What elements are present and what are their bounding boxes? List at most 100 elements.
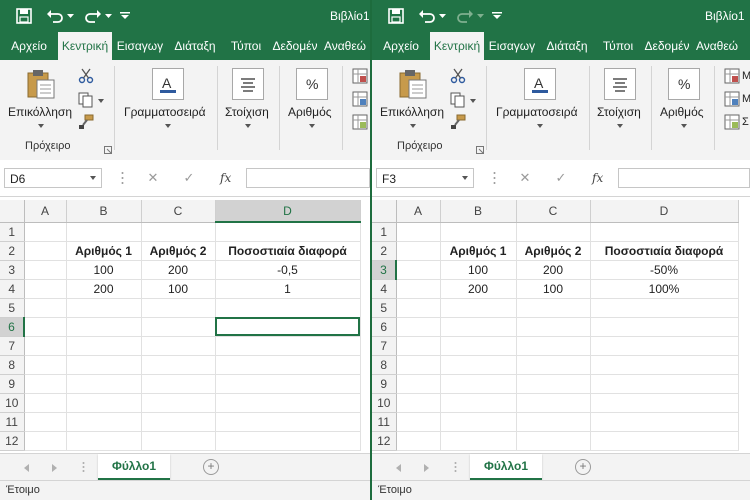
cell-B10[interactable]: [66, 393, 142, 413]
cell-C4[interactable]: 100: [516, 279, 591, 299]
row-header-12[interactable]: 12: [0, 431, 25, 451]
cell-A2[interactable]: [396, 241, 441, 261]
cell-C7[interactable]: [141, 336, 216, 356]
styles-icon-1[interactable]: [724, 91, 740, 110]
formula-bar-grip-icon[interactable]: [493, 171, 496, 188]
save-icon[interactable]: [14, 6, 34, 26]
cell-B11[interactable]: [440, 412, 517, 432]
row-header-2[interactable]: 2: [0, 241, 25, 261]
cell-D6[interactable]: [215, 317, 361, 337]
cell-D6[interactable]: [590, 317, 739, 337]
row-header-11[interactable]: 11: [372, 412, 397, 432]
cell-D10[interactable]: [215, 393, 361, 413]
font-dropdown-icon[interactable]: [537, 124, 543, 128]
cell-A11[interactable]: [396, 412, 441, 432]
customize-toolbar-icon[interactable]: [490, 6, 504, 26]
font-icon[interactable]: A: [152, 68, 184, 100]
row-header-8[interactable]: 8: [0, 355, 25, 375]
number-group-button[interactable]: Αριθμός: [288, 105, 332, 119]
row-header-10[interactable]: 10: [0, 393, 25, 413]
tab-6[interactable]: Αναθεώ: [320, 32, 370, 60]
cell-A6[interactable]: [396, 317, 441, 337]
cell-D10[interactable]: [590, 393, 739, 413]
name-box[interactable]: F3: [376, 168, 474, 188]
cell-B5[interactable]: [440, 298, 517, 318]
redo-icon[interactable]: [454, 6, 476, 26]
cell-B1[interactable]: [66, 222, 142, 242]
alignment-group-button[interactable]: Στοίχιση: [225, 105, 269, 119]
cell-C11[interactable]: [516, 412, 591, 432]
redo-icon[interactable]: [82, 6, 104, 26]
cell-B1[interactable]: [440, 222, 517, 242]
cell-A9[interactable]: [24, 374, 67, 394]
cell-C8[interactable]: [516, 355, 591, 375]
column-header-A[interactable]: A: [24, 200, 67, 223]
column-header-C[interactable]: C: [141, 200, 216, 223]
number-dropdown-icon[interactable]: [309, 124, 315, 128]
cell-C3[interactable]: 200: [516, 260, 591, 280]
cell-B9[interactable]: [440, 374, 517, 394]
percent-icon[interactable]: %: [296, 68, 328, 100]
font-group-button[interactable]: Γραμματοσειρά: [124, 105, 206, 119]
column-header-B[interactable]: B: [66, 200, 142, 223]
column-header-C[interactable]: C: [516, 200, 591, 223]
tab-1[interactable]: Κεντρική: [58, 32, 112, 60]
cell-C6[interactable]: [141, 317, 216, 337]
customize-toolbar-icon[interactable]: [118, 6, 132, 26]
cell-B11[interactable]: [66, 412, 142, 432]
styles-icon-2[interactable]: [724, 114, 740, 133]
cell-C7[interactable]: [516, 336, 591, 356]
cell-D3[interactable]: -0,5: [215, 260, 361, 280]
row-header-6[interactable]: 6: [0, 317, 25, 337]
cell-B12[interactable]: [440, 431, 517, 451]
paste-icon[interactable]: [398, 68, 428, 103]
sheet-next-icon[interactable]: [52, 464, 57, 472]
cell-C2[interactable]: Αριθμός 2: [141, 241, 216, 261]
styles-icon-0[interactable]: [724, 68, 740, 87]
redo-dropdown-icon[interactable]: [104, 6, 112, 26]
styles-icon-1[interactable]: [352, 91, 368, 110]
name-box-dropdown-icon[interactable]: [462, 176, 468, 180]
paste-dropdown-icon[interactable]: [410, 124, 416, 128]
paste-dropdown-icon[interactable]: [38, 124, 44, 128]
cell-D9[interactable]: [590, 374, 739, 394]
paste-button[interactable]: Επικόλληση: [380, 105, 444, 119]
cell-D4[interactable]: 100%: [590, 279, 739, 299]
row-header-3[interactable]: 3: [0, 260, 25, 280]
cell-B6[interactable]: [440, 317, 517, 337]
cell-A7[interactable]: [24, 336, 67, 356]
cell-B4[interactable]: 200: [66, 279, 142, 299]
cell-A9[interactable]: [396, 374, 441, 394]
row-header-4[interactable]: 4: [372, 279, 397, 299]
cell-B3[interactable]: 100: [66, 260, 142, 280]
tab-3[interactable]: Διάταξη: [540, 32, 594, 60]
font-group-button[interactable]: Γραμματοσειρά: [496, 105, 578, 119]
redo-dropdown-icon[interactable]: [476, 6, 484, 26]
cell-C10[interactable]: [516, 393, 591, 413]
cell-A10[interactable]: [396, 393, 441, 413]
cell-A7[interactable]: [396, 336, 441, 356]
cell-B7[interactable]: [440, 336, 517, 356]
tab-5[interactable]: Δεδομέν: [270, 32, 320, 60]
cell-B6[interactable]: [66, 317, 142, 337]
column-header-D[interactable]: D: [590, 200, 739, 223]
formula-input[interactable]: [246, 168, 370, 188]
cell-D8[interactable]: [215, 355, 361, 375]
cell-A3[interactable]: [24, 260, 67, 280]
cell-C12[interactable]: [516, 431, 591, 451]
cell-C8[interactable]: [141, 355, 216, 375]
confirm-entry-icon[interactable]: ✓: [550, 168, 572, 188]
cell-A8[interactable]: [24, 355, 67, 375]
select-all-corner[interactable]: [0, 200, 25, 223]
cell-A4[interactable]: [24, 279, 67, 299]
cell-B2[interactable]: Αριθμός 1: [440, 241, 517, 261]
cell-A1[interactable]: [396, 222, 441, 242]
cell-B5[interactable]: [66, 298, 142, 318]
styles-icon-0[interactable]: [352, 68, 368, 87]
cell-B12[interactable]: [66, 431, 142, 451]
cell-D11[interactable]: [590, 412, 739, 432]
tab-3[interactable]: Διάταξη: [168, 32, 222, 60]
cell-A11[interactable]: [24, 412, 67, 432]
insert-function-button[interactable]: fx: [592, 168, 603, 188]
cell-C11[interactable]: [141, 412, 216, 432]
